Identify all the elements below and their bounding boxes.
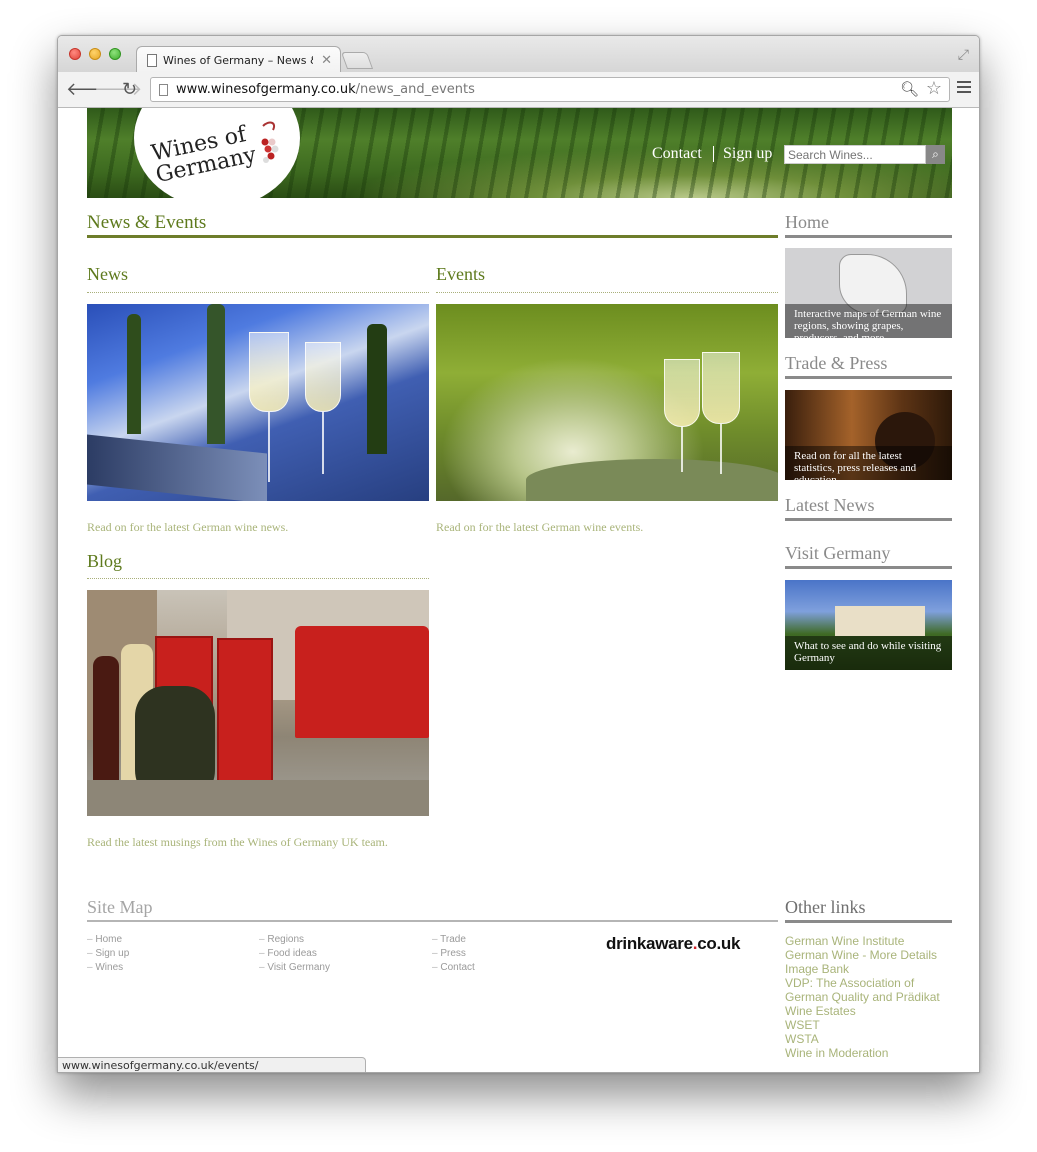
window-maximize-button[interactable] bbox=[109, 48, 121, 60]
sidebar-divider bbox=[785, 566, 952, 569]
sidebar-visit-caption: What to see and do while visiting German… bbox=[785, 636, 952, 670]
bottle-shape bbox=[93, 656, 119, 796]
other-link-image-bank[interactable]: Image Bank bbox=[785, 962, 955, 976]
sidebar-trade-heading[interactable]: Trade & Press bbox=[785, 353, 887, 374]
sitemap-link-trade[interactable]: Trade bbox=[432, 934, 466, 945]
page-icon bbox=[147, 53, 157, 67]
events-divider bbox=[436, 292, 778, 293]
other-links-heading: Other links bbox=[785, 897, 866, 917]
zoom-icon[interactable]: 🔍︎ bbox=[900, 80, 919, 98]
drinkaware-logo[interactable]: drinkaware.co.uk bbox=[606, 934, 740, 954]
other-link-wine-in-moderation[interactable]: Wine in Moderation bbox=[785, 1046, 955, 1060]
window-close-button[interactable] bbox=[69, 48, 81, 60]
bottle-shape bbox=[207, 304, 225, 444]
sitemap-link-food-ideas[interactable]: Food ideas bbox=[259, 948, 316, 959]
wine-glass-shape bbox=[702, 352, 740, 424]
wine-glass-shape bbox=[249, 332, 289, 412]
blog-image[interactable] bbox=[87, 590, 429, 816]
glass-stem-shape bbox=[720, 424, 722, 474]
tab-close-icon[interactable]: ✕ bbox=[321, 52, 332, 68]
sidebar-home-image[interactable]: Interactive maps of German wine regions,… bbox=[785, 248, 952, 338]
glass-stem-shape bbox=[681, 427, 683, 472]
sitemap-link-home[interactable]: Home bbox=[87, 934, 122, 945]
blog-teaser[interactable]: Read the latest musings from the Wines o… bbox=[87, 835, 388, 850]
wine-glass-shape bbox=[664, 359, 700, 427]
sitemap-link-press[interactable]: Press bbox=[432, 948, 466, 959]
tab-strip: Wines of Germany – News & ✕ ⤢ bbox=[58, 36, 979, 73]
other-link-wset[interactable]: WSET bbox=[785, 1018, 955, 1032]
sidebar-trade-caption: Read on for all the latest statistics, p… bbox=[785, 446, 952, 480]
glass-stem-shape bbox=[268, 412, 270, 482]
sitemap-link-signup[interactable]: Sign up bbox=[87, 948, 129, 959]
glass-stem-shape bbox=[322, 412, 324, 474]
sidebar-divider bbox=[785, 376, 952, 379]
status-bar-url: www.winesofgermany.co.uk/events/ bbox=[58, 1057, 366, 1072]
sidebar-home-heading[interactable]: Home bbox=[785, 212, 829, 233]
search-input[interactable] bbox=[784, 145, 926, 164]
sidebar-trade-image[interactable]: Read on for all the latest statistics, p… bbox=[785, 390, 952, 480]
news-image[interactable] bbox=[87, 304, 429, 501]
bus-shape bbox=[295, 626, 429, 738]
sidebar-divider bbox=[785, 518, 952, 521]
other-link-wsta[interactable]: WSTA bbox=[785, 1032, 955, 1046]
title-divider bbox=[87, 235, 778, 238]
drinkaware-domain: co.uk bbox=[697, 934, 741, 953]
bottle-shape bbox=[127, 314, 141, 434]
events-image[interactable] bbox=[436, 304, 778, 501]
drinkaware-text: drinkaware bbox=[606, 934, 693, 953]
sidebar-home-caption: Interactive maps of German wine regions,… bbox=[785, 304, 952, 338]
table-shape bbox=[526, 459, 778, 501]
events-teaser[interactable]: Read on for the latest German wine event… bbox=[436, 520, 643, 535]
browser-tab[interactable]: Wines of Germany – News & ✕ bbox=[136, 46, 341, 73]
blog-heading[interactable]: Blog bbox=[87, 551, 122, 572]
sitemap-heading: Site Map bbox=[87, 897, 153, 917]
sidebar-divider bbox=[785, 235, 952, 238]
wine-glass-shape bbox=[305, 342, 341, 412]
site-header-banner: Wines of Germany Contact Sign up ⌕ bbox=[87, 108, 952, 198]
news-heading[interactable]: News bbox=[87, 264, 128, 285]
other-link-vdp[interactable]: VDP: The Association of German Quality a… bbox=[785, 976, 955, 1018]
pavement-shape bbox=[87, 780, 429, 816]
other-link-german-wine-institute[interactable]: German Wine Institute bbox=[785, 934, 955, 948]
blog-divider bbox=[87, 578, 429, 579]
sitemap-link-wines[interactable]: Wines bbox=[87, 962, 123, 973]
sitemap-link-regions[interactable]: Regions bbox=[259, 934, 304, 945]
brochure-shape bbox=[87, 434, 267, 501]
browser-toolbar: 🡐 🡒 ↻ www.winesofgermany.co.uk/news_and_… bbox=[58, 72, 979, 108]
other-link-german-wine-details[interactable]: German Wine - More Details bbox=[785, 948, 955, 962]
sitemap-link-visit-germany[interactable]: Visit Germany bbox=[259, 962, 330, 973]
url-host: www.winesofgermany.co.uk bbox=[176, 82, 356, 97]
bottle-shape bbox=[367, 324, 387, 454]
signup-link[interactable]: Sign up bbox=[723, 145, 772, 163]
reload-icon[interactable]: ↻ bbox=[122, 79, 137, 99]
events-heading[interactable]: Events bbox=[436, 264, 485, 285]
window-minimize-button[interactable] bbox=[89, 48, 101, 60]
sitemap-divider bbox=[87, 920, 778, 922]
browser-window: Wines of Germany – News & ✕ ⤢ 🡐 🡒 ↻ www.… bbox=[57, 35, 980, 1073]
header-divider bbox=[713, 146, 714, 162]
sidebar-visit-heading[interactable]: Visit Germany bbox=[785, 543, 890, 564]
phone-box-shape bbox=[217, 638, 273, 784]
url-path: /news_and_events bbox=[355, 82, 475, 97]
fullscreen-icon[interactable]: ⤢ bbox=[958, 46, 969, 63]
contact-link[interactable]: Contact bbox=[652, 145, 702, 163]
tab-title: Wines of Germany – News & bbox=[163, 53, 313, 67]
news-divider bbox=[87, 292, 429, 293]
sitemap-link-contact[interactable]: Contact bbox=[432, 962, 474, 973]
address-bar[interactable]: www.winesofgermany.co.uk/news_and_events… bbox=[150, 77, 950, 102]
bookmark-star-icon[interactable]: ☆ bbox=[926, 78, 942, 99]
sidebar-latest-heading[interactable]: Latest News bbox=[785, 495, 874, 516]
grapes-icon bbox=[261, 121, 279, 163]
search-icon[interactable]: ⌕ bbox=[926, 145, 945, 164]
menu-icon[interactable] bbox=[957, 81, 971, 96]
news-teaser[interactable]: Read on for the latest German wine news. bbox=[87, 520, 288, 535]
new-tab-button[interactable] bbox=[340, 52, 374, 69]
page-icon bbox=[159, 83, 168, 96]
page-viewport: Wines of Germany Contact Sign up ⌕ News … bbox=[58, 108, 979, 1072]
sidebar-visit-image[interactable]: What to see and do while visiting German… bbox=[785, 580, 952, 670]
palace-shape bbox=[835, 606, 925, 636]
page-title: News & Events bbox=[87, 212, 207, 233]
other-links-divider bbox=[785, 920, 952, 923]
